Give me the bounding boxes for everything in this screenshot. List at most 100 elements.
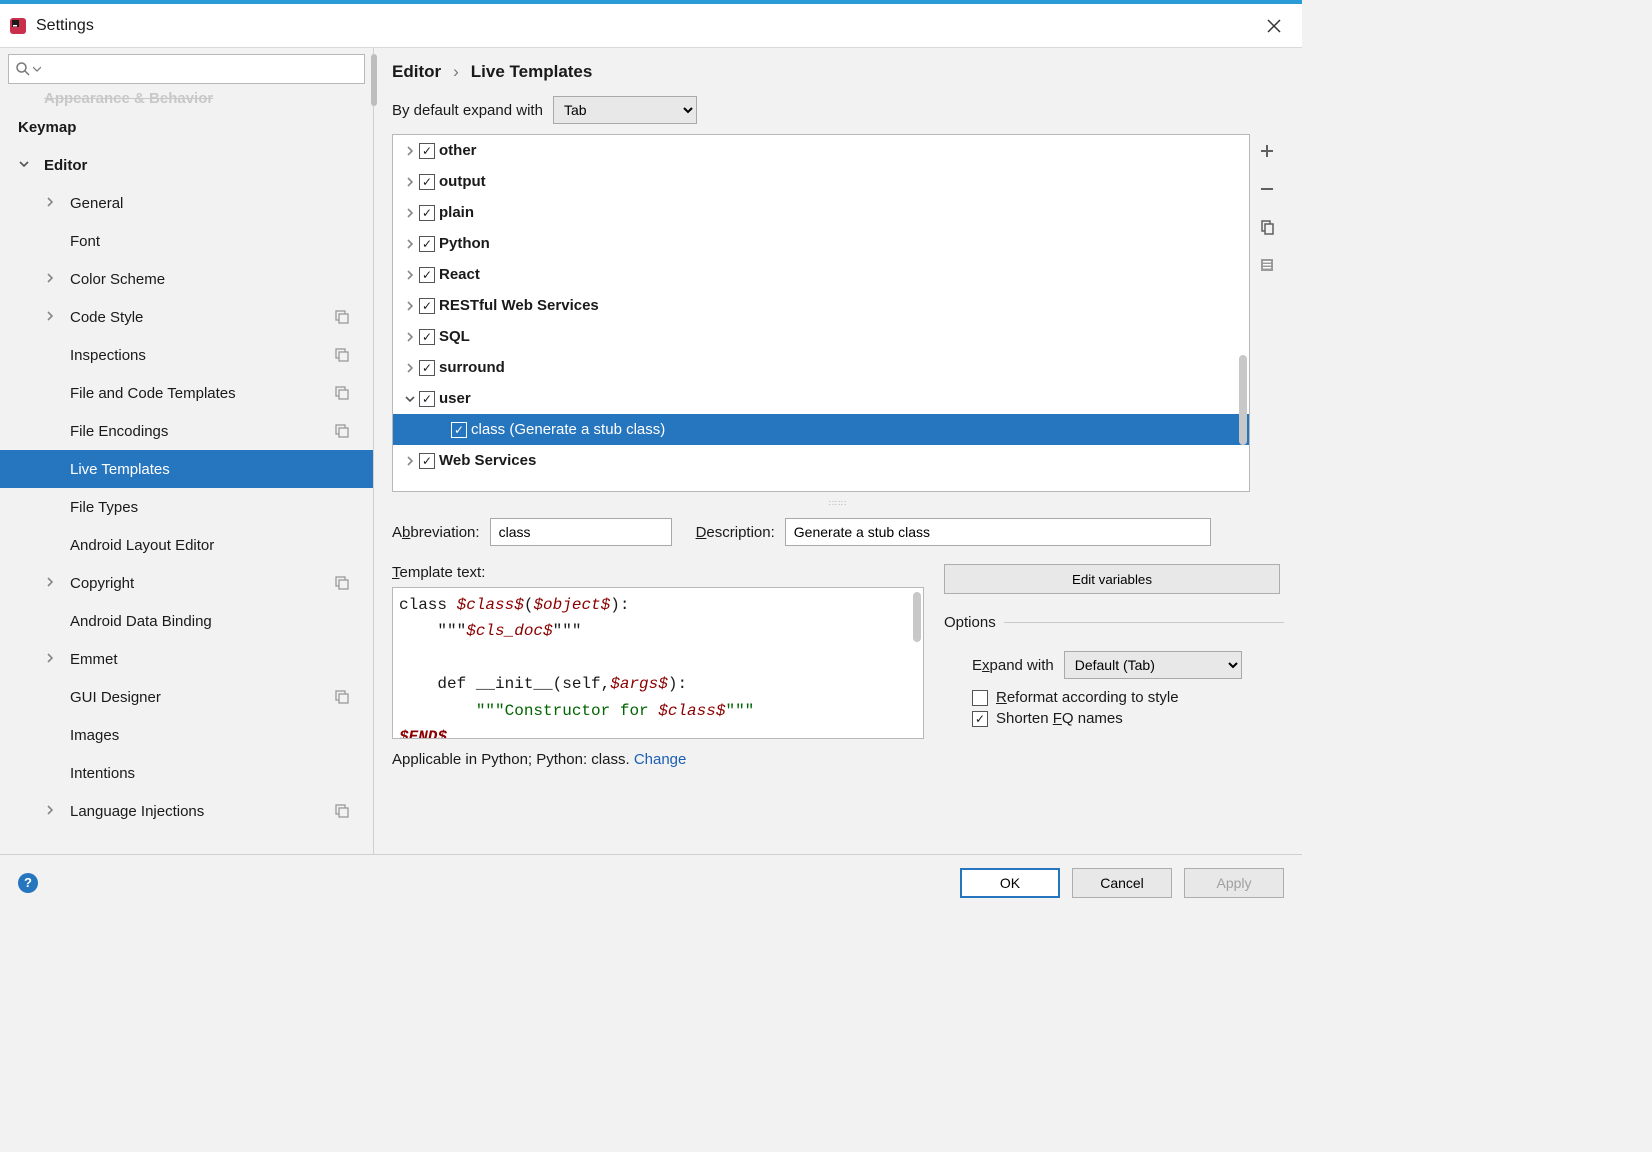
duplicate-button[interactable] (1256, 218, 1278, 240)
nav-item-label: Emmet (70, 651, 118, 668)
group-checkbox[interactable] (419, 174, 435, 190)
group-checkbox[interactable] (419, 236, 435, 252)
nav-item-label: Editor (44, 157, 87, 174)
group-checkbox[interactable] (419, 298, 435, 314)
group-label: output (439, 173, 486, 190)
nav-item[interactable]: Copyright (0, 564, 373, 602)
nav-item[interactable]: Images (0, 716, 373, 754)
chevron-down-icon[interactable] (401, 393, 419, 405)
copy-icon (1259, 219, 1275, 239)
group-checkbox[interactable] (419, 143, 435, 159)
group-label: Web Services (439, 452, 536, 469)
group-checkbox[interactable] (419, 267, 435, 283)
reformat-checkbox-row[interactable]: Reformat according to style (972, 689, 1284, 706)
chevron-right-icon[interactable] (401, 238, 419, 250)
template-label: class (Generate a stub class) (471, 421, 665, 438)
template-group[interactable]: surround (393, 352, 1249, 383)
template-group[interactable]: RESTful Web Services (393, 290, 1249, 321)
nav-item[interactable]: File Types (0, 488, 373, 526)
default-expand-select[interactable]: Tab (553, 96, 697, 124)
nav-item[interactable]: Font (0, 222, 373, 260)
cancel-button[interactable]: Cancel (1072, 868, 1172, 898)
nav-item[interactable]: Intentions (0, 754, 373, 792)
chevron-right-icon (44, 651, 60, 667)
remove-button[interactable] (1256, 180, 1278, 202)
help-button[interactable]: ? (18, 873, 38, 893)
group-label: RESTful Web Services (439, 297, 599, 314)
restore-button[interactable] (1256, 256, 1278, 278)
template-group[interactable]: output (393, 166, 1249, 197)
nav-item-label: Android Layout Editor (70, 537, 214, 554)
nav-item[interactable]: File and Code Templates (0, 374, 373, 412)
template-checkbox[interactable] (451, 422, 467, 438)
nav-item-label: GUI Designer (70, 689, 161, 706)
change-context-link[interactable]: Change (634, 751, 687, 768)
group-checkbox[interactable] (419, 329, 435, 345)
template-group[interactable]: Python (393, 228, 1249, 259)
breadcrumb-root[interactable]: Editor (392, 62, 441, 82)
nav-item[interactable]: Android Data Binding (0, 602, 373, 640)
right-scrollbar[interactable] (371, 54, 377, 106)
nav-item-label: File Types (70, 499, 138, 516)
nav-item[interactable]: Live Templates (0, 450, 373, 488)
chevron-right-icon (44, 575, 60, 591)
chevron-right-icon[interactable] (401, 362, 419, 374)
expand-with-select[interactable]: Default (Tab) (1064, 651, 1242, 679)
group-checkbox[interactable] (419, 360, 435, 376)
close-button[interactable] (1254, 6, 1294, 46)
ok-button[interactable]: OK (960, 868, 1060, 898)
template-group[interactable]: user (393, 383, 1249, 414)
nav-item[interactable]: Editor (0, 146, 373, 184)
group-label: surround (439, 359, 505, 376)
search-box[interactable] (8, 54, 365, 84)
template-text-label: Template text: (392, 564, 924, 581)
chevron-right-icon[interactable] (401, 300, 419, 312)
tree-scrollbar[interactable] (1239, 355, 1247, 445)
splitter-handle[interactable]: ∷∷∷ (392, 500, 1284, 506)
template-group[interactable]: plain (393, 197, 1249, 228)
group-checkbox[interactable] (419, 453, 435, 469)
applicable-context: Applicable in Python; Python: class. Cha… (392, 751, 924, 768)
nav-item[interactable]: File Encodings (0, 412, 373, 450)
edit-variables-button[interactable]: Edit variables (944, 564, 1280, 594)
group-checkbox[interactable] (419, 205, 435, 221)
abbreviation-input[interactable] (490, 518, 672, 546)
search-input[interactable] (47, 60, 358, 78)
templates-tree[interactable]: other output plainPythonReact RESTful Web S… (392, 134, 1250, 492)
template-item[interactable]: class (Generate a stub class) (393, 414, 1249, 445)
shorten-checkbox[interactable] (972, 711, 988, 727)
chevron-right-icon[interactable] (401, 145, 419, 157)
template-group[interactable]: React (393, 259, 1249, 290)
left-panel: Appearance & BehaviorKeymapEditorGeneral… (0, 48, 374, 854)
reformat-checkbox[interactable] (972, 690, 988, 706)
template-group[interactable]: SQL (393, 321, 1249, 352)
nav-item[interactable]: Keymap (0, 108, 373, 146)
apply-button[interactable]: Apply (1184, 868, 1284, 898)
description-input[interactable] (785, 518, 1211, 546)
shorten-checkbox-row[interactable]: Shorten FQ names (972, 710, 1284, 727)
add-button[interactable] (1256, 142, 1278, 164)
nav-item[interactable]: Android Layout Editor (0, 526, 373, 564)
nav-item[interactable]: Color Scheme (0, 260, 373, 298)
chevron-right-icon[interactable] (401, 269, 419, 281)
nav-item[interactable]: Language Injections (0, 792, 373, 830)
chevron-right-icon[interactable] (401, 207, 419, 219)
chevron-right-icon[interactable] (401, 455, 419, 467)
nav-item[interactable]: GUI Designer (0, 678, 373, 716)
group-checkbox[interactable] (419, 391, 435, 407)
template-group[interactable]: other (393, 135, 1249, 166)
template-group[interactable]: Web Services (393, 445, 1249, 476)
template-scrollbar[interactable] (913, 592, 921, 642)
nav-item[interactable]: General (0, 184, 373, 222)
nav-item[interactable]: Code Style (0, 298, 373, 336)
nav-item[interactable]: Emmet (0, 640, 373, 678)
settings-nav-tree[interactable]: Appearance & BehaviorKeymapEditorGeneral… (0, 88, 373, 854)
template-text-editor[interactable]: class $class$($object$): """$cls_doc$"""… (392, 587, 924, 739)
nav-item-label: Keymap (18, 119, 76, 136)
nav-item-label: Live Templates (70, 461, 170, 478)
chevron-right-icon[interactable] (401, 176, 419, 188)
chevron-right-icon[interactable] (401, 331, 419, 343)
chevron-down-icon (18, 157, 34, 173)
search-dropdown-icon[interactable] (33, 65, 41, 73)
nav-item[interactable]: Inspections (0, 336, 373, 374)
